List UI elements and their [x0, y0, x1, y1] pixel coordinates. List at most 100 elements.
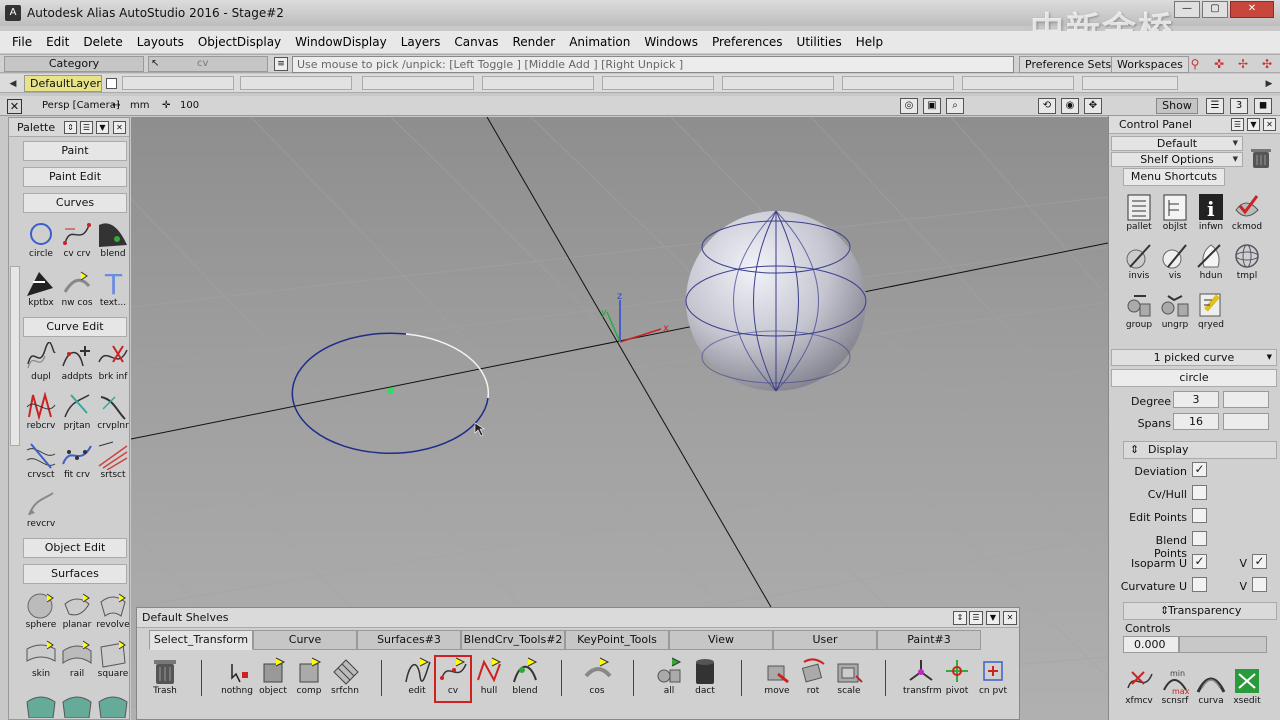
expand-icon[interactable]: ⇕ — [64, 121, 77, 134]
shelf-tool-surface-chain[interactable]: srfchn — [327, 656, 363, 702]
tool-xfmcv[interactable]: xfmcv — [1121, 666, 1157, 712]
tool-sphere[interactable]: sphere — [23, 590, 59, 634]
picked-objects-select[interactable]: 1 picked curve — [1111, 349, 1277, 366]
section-paint[interactable]: Paint — [23, 141, 127, 161]
tool-new-cos[interactable]: nw cos — [59, 268, 95, 312]
shelf-tool-component[interactable]: comp — [291, 656, 327, 702]
tool-scnsrf[interactable]: min max scnsrf — [1157, 666, 1193, 712]
section-curves[interactable]: Curves — [23, 193, 127, 213]
cvhull-checkbox[interactable] — [1192, 485, 1207, 500]
isoparm-u-checkbox[interactable]: ✓ — [1192, 554, 1207, 569]
expand-icon[interactable]: ⇕ — [953, 611, 967, 625]
dolly-icon[interactable]: ◉ — [1061, 98, 1079, 114]
shelf-tool-hull[interactable]: hull — [471, 656, 507, 702]
tool-fit-curve[interactable]: fit crv — [59, 440, 95, 484]
section-surfaces[interactable]: Surfaces — [23, 564, 127, 584]
object-name-field[interactable]: circle — [1111, 369, 1277, 387]
menu-canvas[interactable]: Canvas — [447, 35, 505, 49]
tumble-icon[interactable]: ⟲ — [1038, 98, 1056, 114]
menu-animation[interactable]: Animation — [562, 35, 637, 49]
shortcut-objlst[interactable]: objlst — [1157, 192, 1193, 238]
tab-user[interactable]: User — [773, 630, 877, 650]
shelf-tool-pick-all[interactable]: all — [651, 656, 687, 702]
menu-objectdisplay[interactable]: ObjectDisplay — [191, 35, 288, 49]
shortcut-ungroup[interactable]: ungrp — [1157, 290, 1193, 336]
current-tool-field[interactable]: ↖ cv — [148, 56, 268, 72]
tab-surfaces[interactable]: Surfaces#3 — [357, 630, 461, 650]
shelf-tool-cv[interactable]: cv — [434, 655, 472, 703]
menu-edit[interactable]: Edit — [39, 35, 76, 49]
tool-planar[interactable]: planar — [59, 590, 95, 634]
list-icon[interactable]: ☰ — [1231, 118, 1244, 131]
tab-paint[interactable]: Paint#3 — [877, 630, 981, 650]
film-icon[interactable]: ▣ — [923, 98, 941, 114]
menu-layouts[interactable]: Layouts — [130, 35, 191, 49]
tab-view[interactable]: View — [669, 630, 773, 650]
show-button[interactable]: Show — [1156, 98, 1198, 114]
sphere-object[interactable] — [685, 210, 867, 392]
transparency-value-field[interactable]: 0.000 — [1123, 636, 1179, 653]
dropdown-icon[interactable]: ▼ — [1247, 118, 1260, 131]
list-icon[interactable]: ☰ — [80, 121, 93, 134]
tab-select-transform[interactable]: Select_Transform — [149, 630, 253, 650]
shelf-tool-move[interactable]: move — [759, 656, 795, 702]
isoparm-v-checkbox[interactable]: ✓ — [1252, 554, 1267, 569]
menu-delete[interactable]: Delete — [76, 35, 129, 49]
section-paint-edit[interactable]: Paint Edit — [23, 167, 127, 187]
shelf-tool-transform[interactable]: transfrm — [903, 656, 942, 702]
tool-break-inflection[interactable]: brk inf — [95, 342, 131, 386]
preference-sets-button[interactable]: Preference Sets — [1019, 56, 1118, 73]
shelf-tool-pivot[interactable]: pivot — [939, 656, 975, 702]
tool-square[interactable]: square — [95, 639, 131, 683]
category-button[interactable]: Category — [4, 56, 144, 72]
shelf-trash[interactable]: Trash — [147, 656, 183, 702]
dropdown-icon[interactable]: ▼ — [96, 121, 109, 134]
window-number[interactable]: 3 — [1230, 98, 1248, 114]
tab-keypoint-tools[interactable]: KeyPoint_Tools — [565, 630, 669, 650]
snap-curve-icon[interactable]: ✢ — [1232, 56, 1254, 72]
menu-windows[interactable]: Windows — [637, 35, 705, 49]
close-view-icon[interactable]: ✕ — [7, 99, 22, 114]
display-section[interactable]: ⇕ Display — [1123, 441, 1277, 459]
shortcut-query-edit[interactable]: qryed — [1193, 290, 1229, 336]
default-layer[interactable]: DefaultLayer — [24, 75, 102, 92]
transparency-slider[interactable] — [1179, 636, 1267, 653]
layer-visibility-checkbox[interactable] — [106, 78, 117, 89]
snap-grid-icon[interactable]: ✜ — [1208, 56, 1230, 72]
tool-cv-curve[interactable]: cv crv — [59, 219, 95, 263]
shortcut-pallet[interactable]: pallet — [1121, 192, 1157, 238]
tool-kptbx[interactable]: kptbx — [23, 268, 59, 312]
tool-surface-section[interactable]: srtsct — [95, 440, 131, 484]
tool-curve-section[interactable]: crvsct — [23, 440, 59, 484]
tool-curve-planar[interactable]: crvplnr — [95, 391, 131, 435]
shelf-tool-scale[interactable]: scale — [831, 656, 867, 702]
curvature-u-checkbox[interactable] — [1192, 577, 1207, 592]
tool-project-tangent[interactable]: prjtan — [59, 391, 95, 435]
shelf-tool-cos[interactable]: cos — [579, 656, 615, 702]
degree-extra-field[interactable] — [1223, 391, 1269, 408]
trash-icon[interactable] — [1249, 146, 1273, 170]
shortcut-invis[interactable]: invis — [1121, 241, 1157, 287]
tool-skin[interactable]: skin — [23, 639, 59, 683]
degree-field[interactable]: 3 — [1173, 391, 1219, 408]
list-icon[interactable]: ☰ — [969, 611, 983, 625]
tool-rail[interactable]: rail — [59, 639, 95, 683]
menu-utilities[interactable]: Utilities — [790, 35, 849, 49]
shelf-tool-edit[interactable]: edit — [399, 656, 435, 702]
shortcut-tmpl[interactable]: tmpl — [1229, 241, 1265, 287]
shelf-default-select[interactable]: Default — [1111, 136, 1243, 151]
shortcut-infwn[interactable]: i infwn — [1193, 192, 1229, 238]
minimize-button[interactable]: — — [1174, 1, 1200, 18]
curvature-v-checkbox[interactable] — [1252, 577, 1267, 592]
spans-field[interactable]: 16 — [1173, 413, 1219, 430]
shelf-tool-deactivate[interactable]: dact — [687, 656, 723, 702]
shelf-tool-object[interactable]: object — [255, 656, 291, 702]
menu-render[interactable]: Render — [505, 35, 562, 49]
menu-layers[interactable]: Layers — [394, 35, 448, 49]
shelf-tool-center-pivot[interactable]: cn pvt — [975, 656, 1011, 702]
tool-text[interactable]: T text... — [95, 268, 131, 312]
tool-more-surface-2[interactable] — [59, 688, 95, 720]
shelf-tool-blend[interactable]: blend — [507, 656, 543, 702]
close-palette-icon[interactable]: ✕ — [113, 121, 126, 134]
tool-duplicate[interactable]: dupl — [23, 342, 59, 386]
